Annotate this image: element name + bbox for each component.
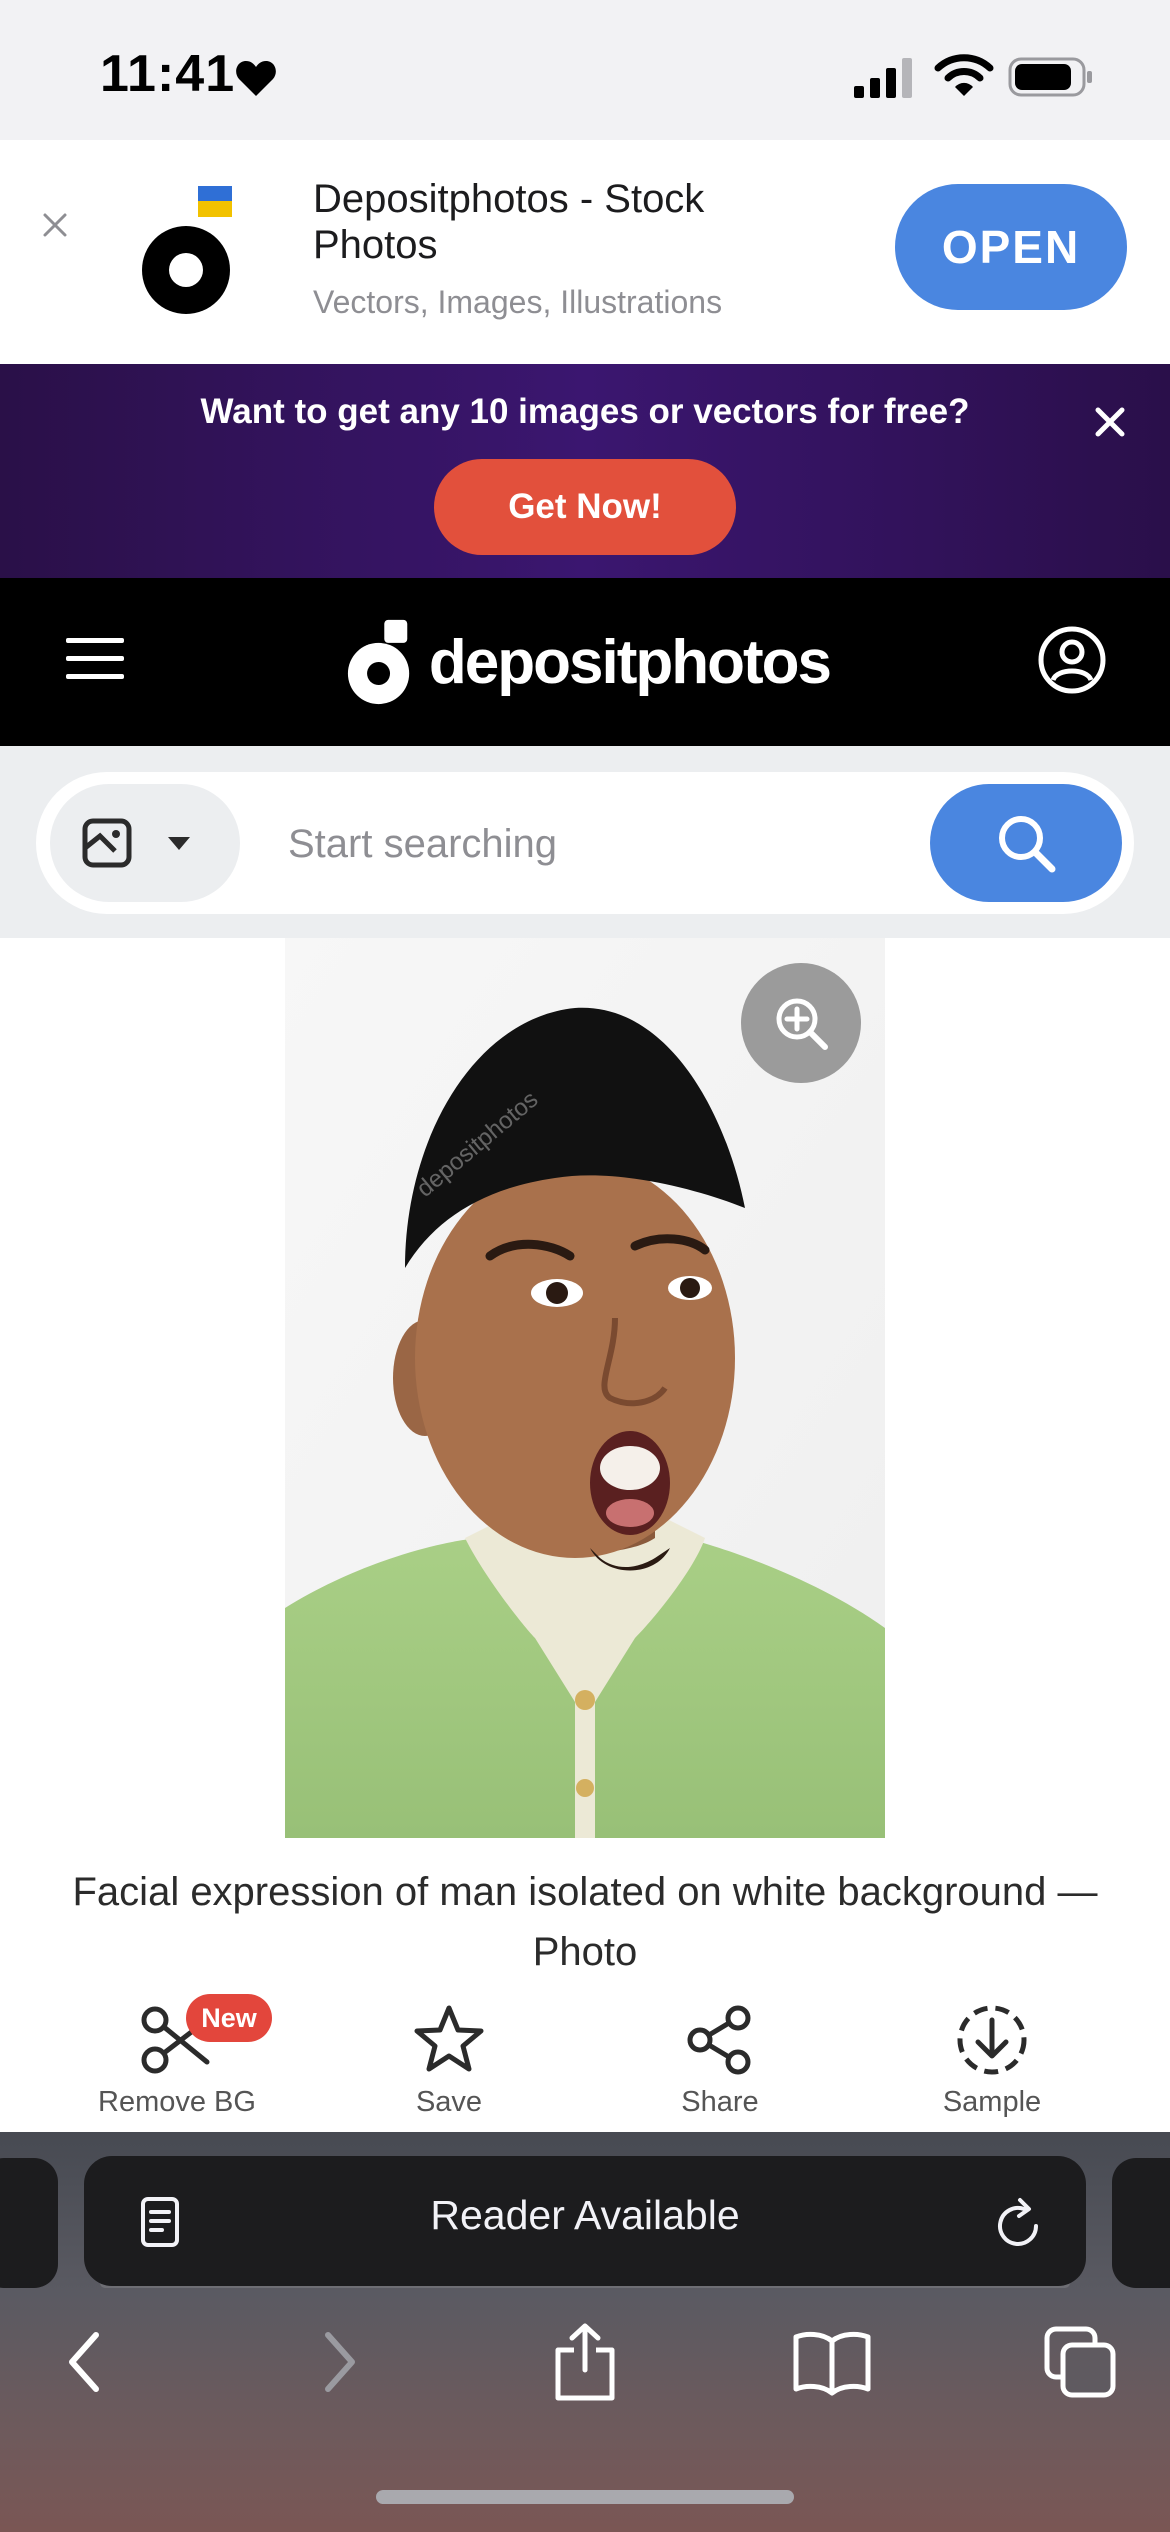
share-button[interactable] (545, 2322, 625, 2402)
address-bar-text: Reader Available (430, 2192, 740, 2238)
next-tab-preview[interactable] (1112, 2158, 1170, 2288)
logo-wordmark: depositphotos (428, 627, 832, 697)
depositphotos-logo-icon (347, 619, 410, 705)
action-label: Remove BG (98, 2086, 256, 2118)
new-badge: New (186, 1994, 272, 2042)
promo-text: Want to get any 10 images or vectors for… (200, 392, 970, 431)
share-icon (555, 2323, 615, 2401)
open-app-button[interactable]: OPEN (895, 184, 1127, 310)
home-indicator (376, 2490, 794, 2504)
bookmarks-button[interactable] (792, 2322, 872, 2402)
share-action[interactable]: Share (600, 2000, 840, 2130)
reload-icon[interactable] (994, 2196, 1044, 2250)
search-input[interactable] (288, 806, 888, 882)
promo-close-icon[interactable] (1092, 404, 1128, 440)
forward-button[interactable] (298, 2322, 378, 2402)
action-label: Save (415, 2086, 483, 2118)
search-type-dropdown[interactable] (50, 784, 240, 902)
photo-caption: Facial expression of man isolated on whi… (72, 1870, 1098, 1974)
status-time: 11:41 (100, 45, 236, 103)
get-now-button[interactable]: Get Now! (434, 459, 736, 555)
chevron-down-icon (168, 837, 190, 850)
battery-icon (1008, 57, 1092, 97)
zoom-button[interactable] (741, 963, 861, 1083)
bookmarks-icon (793, 2331, 871, 2396)
tabs-button[interactable] (1040, 2322, 1120, 2402)
depositphotos-app-icon (142, 186, 232, 314)
reader-icon[interactable] (140, 2196, 180, 2248)
banner-app-title: Depositphotos - Stock Photos (313, 177, 705, 267)
banner-app-subtitle: Vectors, Images, Illustrations (313, 284, 723, 320)
forward-icon (325, 2332, 355, 2392)
action-label: Sample (942, 2086, 1042, 2118)
sample-action[interactable]: Sample (872, 2000, 1112, 2130)
site-logo[interactable]: depositphotos (346, 614, 832, 710)
tabs-icon (1044, 2326, 1116, 2398)
action-label: Share (681, 2086, 759, 2118)
hamburger-menu-icon[interactable] (66, 634, 124, 682)
cellular-signal-icon (854, 58, 912, 98)
save-action[interactable]: Save (329, 2000, 569, 2130)
star-icon (414, 2005, 484, 2072)
search-icon (999, 816, 1056, 873)
heart-icon (236, 61, 276, 96)
download-icon (957, 2005, 1027, 2075)
wifi-icon (934, 54, 994, 96)
back-button[interactable] (46, 2322, 126, 2402)
account-icon[interactable] (1038, 626, 1106, 694)
share-icon (687, 2005, 751, 2075)
zoom-in-icon (776, 998, 828, 1050)
image-type-icon (82, 818, 132, 868)
back-icon (69, 2332, 99, 2392)
previous-tab-preview[interactable] (0, 2158, 58, 2288)
banner-close-icon[interactable] (40, 210, 70, 240)
search-button[interactable] (930, 784, 1122, 902)
